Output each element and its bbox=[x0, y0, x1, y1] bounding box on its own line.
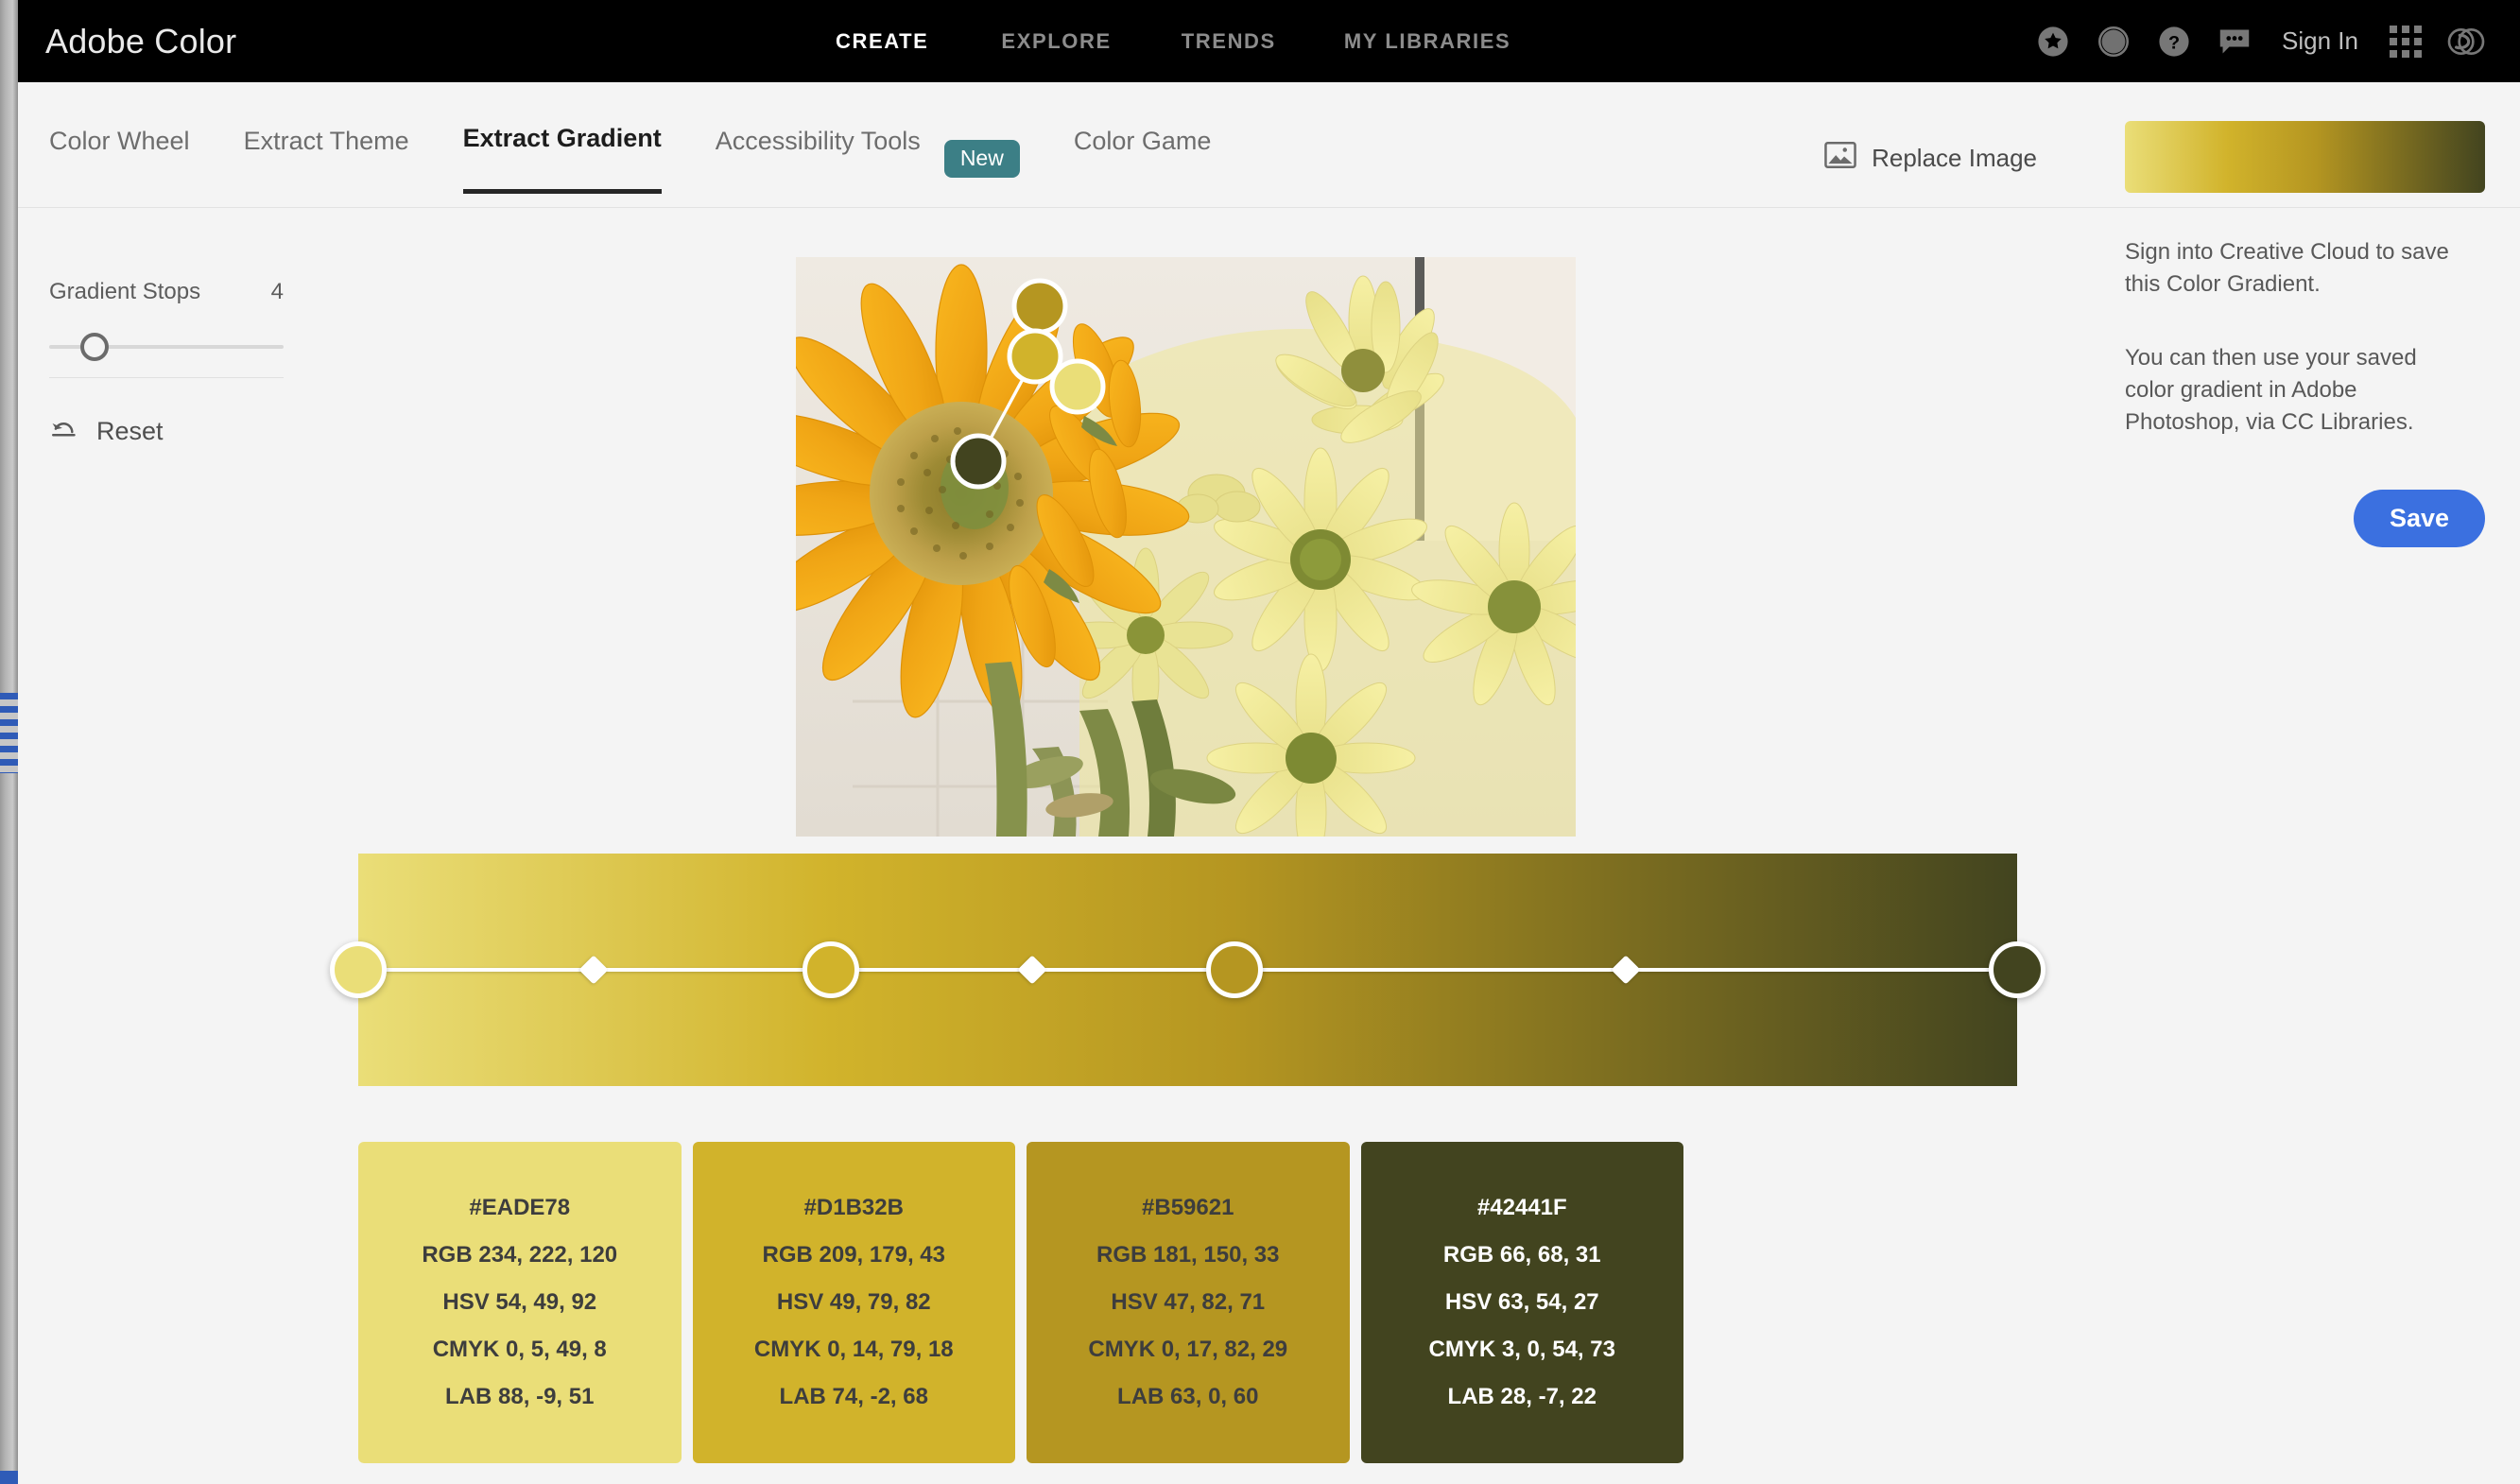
gradient-preview bbox=[2125, 121, 2485, 193]
swatch-rgb: RGB 209, 179, 43 bbox=[762, 1242, 945, 1268]
swatch-cmyk: CMYK 3, 0, 54, 73 bbox=[1428, 1337, 1615, 1362]
swatch-hsv: HSV 47, 82, 71 bbox=[1111, 1289, 1266, 1315]
source-image[interactable] bbox=[796, 257, 1576, 837]
swatch-hsv: HSV 54, 49, 92 bbox=[442, 1289, 597, 1315]
gradient-midpoint-2[interactable] bbox=[1017, 955, 1047, 985]
new-badge: New bbox=[943, 140, 1020, 178]
swatch-hex: #42441F bbox=[1476, 1195, 1567, 1220]
gradient-stops-slider[interactable] bbox=[49, 326, 284, 368]
save-button-row: Save bbox=[2125, 490, 2485, 548]
swatch-rgb: RGB 66, 68, 31 bbox=[1442, 1242, 1601, 1268]
window-edge-accent bbox=[0, 1471, 18, 1484]
reset-label: Reset bbox=[96, 417, 164, 445]
creative-cloud-icon[interactable] bbox=[2436, 19, 2496, 64]
top-bar-actions: ? Sign In bbox=[2023, 19, 2496, 64]
swatch-hex: #EADE78 bbox=[469, 1195, 571, 1220]
gradient-stops-value: 4 bbox=[270, 279, 284, 304]
help-icon[interactable]: ? bbox=[2144, 19, 2204, 64]
save-button[interactable]: Save bbox=[2353, 490, 2485, 548]
app-brand-title[interactable]: Adobe Color bbox=[45, 22, 236, 61]
swatch-hsv: HSV 63, 54, 27 bbox=[1444, 1289, 1599, 1315]
nav-item-explore[interactable]: EXPLORE bbox=[1001, 29, 1111, 54]
sign-in-button[interactable]: Sign In bbox=[2265, 26, 2375, 56]
adobe-color-app: Adobe Color CREATE EXPLORE TRENDS MY LIB… bbox=[0, 0, 2520, 1484]
gradient-midpoint-1[interactable] bbox=[578, 955, 609, 985]
swatch-card[interactable]: #42441F RGB 66, 68, 31 HSV 63, 54, 27 CM… bbox=[1360, 1142, 1683, 1463]
window-edge-bars bbox=[0, 693, 18, 773]
contrast-icon[interactable] bbox=[2083, 19, 2144, 64]
swatch-rgb: RGB 181, 150, 33 bbox=[1096, 1242, 1280, 1268]
libraries-message: You can then use your saved color gradie… bbox=[2125, 345, 2417, 436]
swatch-hex: #B59621 bbox=[1142, 1195, 1234, 1220]
gradient-editor-bar[interactable] bbox=[330, 854, 2045, 1086]
gradient-stop-handle-1[interactable] bbox=[330, 941, 387, 998]
tab-color-game[interactable]: Color Game bbox=[1074, 127, 1212, 192]
tab-color-wheel[interactable]: Color Wheel bbox=[49, 127, 190, 192]
nav-item-create[interactable]: CREATE bbox=[836, 29, 928, 54]
swatch-cmyk: CMYK 0, 17, 82, 29 bbox=[1088, 1337, 1288, 1362]
star-circle-icon[interactable] bbox=[2023, 19, 2083, 64]
sample-marker-4 bbox=[950, 433, 1007, 490]
swatch-hsv: HSV 49, 79, 82 bbox=[776, 1289, 931, 1315]
gradient-stops-row: Gradient Stops 4 bbox=[49, 279, 284, 305]
main-navigation: CREATE EXPLORE TRENDS MY LIBRARIES bbox=[836, 29, 1510, 54]
swatch-card[interactable]: #B59621 RGB 181, 150, 33 HSV 47, 82, 71 … bbox=[1027, 1142, 1350, 1463]
panel-divider bbox=[49, 377, 284, 378]
gradient-controls-panel: Gradient Stops 4 Reset bbox=[49, 279, 285, 447]
swatch-cmyk: CMYK 0, 14, 79, 18 bbox=[753, 1337, 954, 1362]
reset-button[interactable]: Reset bbox=[49, 416, 285, 447]
tool-tabs: Color Wheel Extract Theme Extract Gradie… bbox=[49, 124, 1265, 194]
nav-item-my-libraries[interactable]: MY LIBRARIES bbox=[1344, 29, 1510, 54]
nav-item-trends[interactable]: TRENDS bbox=[1182, 29, 1276, 54]
color-swatch-list: #EADE78 RGB 234, 222, 120 HSV 54, 49, 92… bbox=[358, 1142, 1683, 1463]
window-edge-sliver bbox=[0, 0, 18, 1484]
sample-marker-3 bbox=[1049, 358, 1106, 415]
top-navigation-bar: Adobe Color CREATE EXPLORE TRENDS MY LIB… bbox=[18, 0, 2520, 82]
feedback-icon[interactable] bbox=[2204, 19, 2265, 64]
swatch-lab: LAB 63, 0, 60 bbox=[1117, 1384, 1259, 1409]
tab-extract-theme[interactable]: Extract Theme bbox=[244, 127, 409, 192]
swatch-lab: LAB 74, -2, 68 bbox=[779, 1384, 928, 1409]
swatch-card[interactable]: #EADE78 RGB 234, 222, 120 HSV 54, 49, 92… bbox=[358, 1142, 682, 1463]
slider-thumb[interactable] bbox=[80, 333, 109, 361]
swatch-lab: LAB 28, -7, 22 bbox=[1447, 1384, 1597, 1409]
tab-accessibility-tools[interactable]: Accessibility Tools bbox=[716, 127, 921, 192]
replace-image-label: Replace Image bbox=[1872, 144, 2037, 172]
swatch-lab: LAB 88, -9, 51 bbox=[445, 1384, 595, 1409]
svg-text:?: ? bbox=[2168, 32, 2180, 53]
gradient-stops-label: Gradient Stops bbox=[49, 279, 201, 304]
tab-extract-gradient[interactable]: Extract Gradient bbox=[462, 124, 662, 194]
gradient-stop-handle-3[interactable] bbox=[1206, 941, 1263, 998]
undo-icon bbox=[49, 416, 79, 447]
replace-image-button[interactable]: Replace Image bbox=[1824, 141, 2037, 175]
gradient-stop-handle-2[interactable] bbox=[803, 941, 859, 998]
swatch-rgb: RGB 234, 222, 120 bbox=[422, 1242, 618, 1268]
sample-marker-1 bbox=[1011, 278, 1068, 335]
swatch-cmyk: CMYK 0, 5, 49, 8 bbox=[432, 1337, 607, 1362]
sign-in-message: Sign into Creative Cloud to save this Co… bbox=[2125, 239, 2449, 298]
image-placeholder-icon bbox=[1824, 141, 1856, 175]
save-panel: Sign into Creative Cloud to save this Co… bbox=[2125, 121, 2497, 548]
app-grid-icon[interactable] bbox=[2375, 19, 2436, 64]
source-image-render bbox=[796, 257, 1576, 837]
swatch-hex: #D1B32B bbox=[803, 1195, 904, 1220]
gradient-midpoint-3[interactable] bbox=[1611, 955, 1641, 985]
swatch-card[interactable]: #D1B32B RGB 209, 179, 43 HSV 49, 79, 82 … bbox=[692, 1142, 1015, 1463]
gradient-stop-handle-4[interactable] bbox=[1989, 941, 2045, 998]
